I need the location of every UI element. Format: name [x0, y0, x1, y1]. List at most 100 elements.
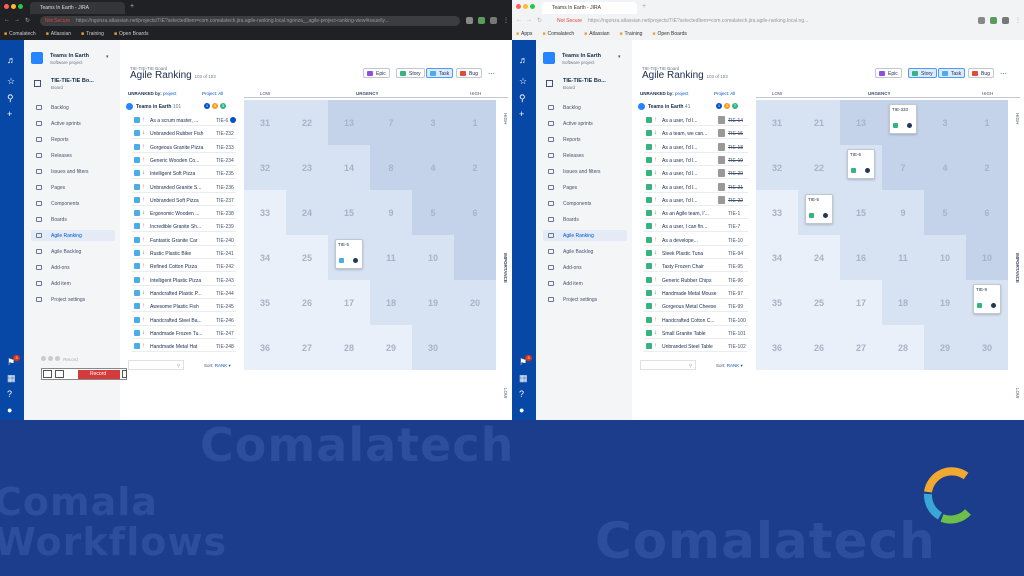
list-item[interactable]: ↓ Rustic Plastic Bike TIE-241 — [132, 248, 236, 259]
help-icon[interactable]: ? — [519, 390, 524, 399]
matrix-cell[interactable]: 17 — [840, 280, 882, 325]
back-icon[interactable]: ← — [4, 17, 10, 23]
matrix-cell[interactable]: 10 — [412, 235, 454, 280]
profile-icon[interactable] — [1002, 17, 1009, 24]
issue-card[interactable]: TIE-5 — [805, 194, 833, 224]
sidebar-item-add-item[interactable]: Add item — [543, 278, 627, 289]
extension-icon[interactable] — [478, 17, 485, 24]
more-icon[interactable]: ⋯ — [1000, 70, 1007, 78]
sidebar-item-boards[interactable]: Boards — [543, 214, 627, 225]
more-icon[interactable]: ⋯ — [488, 70, 495, 78]
filter-bug-button[interactable]: Bug — [968, 68, 994, 78]
sidebar-item-backlog[interactable]: Backlog — [31, 102, 115, 113]
list-item[interactable]: ↑ Unbranded Steel Table TIE-102 — [644, 341, 748, 353]
unranked-group-link[interactable]: project — [163, 91, 177, 96]
sidebar-item-pages[interactable]: Pages — [543, 182, 627, 193]
matrix-cell[interactable]: 6 — [454, 190, 496, 235]
list-item[interactable]: ↓ Small Granite Table TIE-101 — [644, 328, 748, 339]
bookmark-item[interactable]: Open Boards — [114, 31, 149, 37]
avatar-icon[interactable]: ● — [7, 406, 12, 415]
sidebar-item-components[interactable]: Components — [31, 198, 115, 209]
list-item[interactable]: ↓ As a user, I'd l... TIE-20 — [644, 168, 748, 180]
sidebar-item-project-settings[interactable]: Project settings — [31, 294, 115, 305]
matrix-cell[interactable]: 21 — [798, 100, 840, 145]
filter-story-button[interactable]: Story — [908, 68, 937, 78]
search-icon[interactable]: ⚲ — [7, 94, 14, 103]
chevron-down-icon[interactable]: ▾ — [106, 54, 109, 60]
board-selector[interactable]: TIE-TIE-TIE Bo... Board — [543, 78, 625, 94]
matrix-cell[interactable]: 29 — [370, 325, 412, 370]
sidebar-item-reports[interactable]: Reports — [31, 134, 115, 145]
matrix-cell[interactable]: 29 — [924, 325, 966, 370]
matrix-cell[interactable]: 7 — [882, 145, 924, 190]
apps-icon[interactable]: ▦ — [519, 374, 528, 383]
bookmark-item[interactable]: Open Boards — [652, 31, 687, 37]
matrix-cell[interactable]: 30 — [966, 325, 1008, 370]
list-item[interactable]: ↑ As a user, I can fin... TIE-7 — [644, 221, 748, 233]
matrix-cell[interactable]: 26 — [286, 280, 328, 325]
sidebar-item-backlog[interactable]: Backlog — [543, 102, 627, 113]
matrix-cell[interactable]: 19 — [412, 280, 454, 325]
matrix-cell[interactable]: 8 — [370, 145, 412, 190]
matrix-cell[interactable]: 3 — [924, 100, 966, 145]
matrix-cell[interactable]: 28 — [882, 325, 924, 370]
issue-card[interactable]: TIE-5 — [335, 239, 363, 269]
bookmark-item[interactable]: Atlassian — [46, 31, 71, 37]
matrix-cell[interactable]: 6 — [966, 190, 1008, 235]
jira-logo-icon[interactable]: ♬ — [7, 56, 16, 65]
filter-task-button[interactable]: Task — [938, 68, 966, 78]
list-item[interactable]: ↓ As a team, we can... TIE-15 — [644, 128, 748, 140]
list-item[interactable]: ↑ As a user, I'd l... TIE-18 — [644, 142, 748, 153]
window-controls[interactable] — [516, 4, 537, 11]
matrix-cell[interactable]: 24 — [798, 235, 840, 280]
extension-icon[interactable] — [978, 17, 985, 24]
bookmark-item[interactable]: Atlassian — [584, 31, 609, 37]
list-item[interactable]: ↑ Gorgeous Granite Pizza TIE-233 — [132, 142, 236, 153]
address-bar[interactable]: Not Secure https://ngonza.atlassian.net/p… — [552, 16, 972, 26]
jira-logo-icon[interactable]: ♬ — [519, 56, 528, 65]
matrix-cell[interactable] — [454, 235, 496, 280]
bookmark-item[interactable]: Training — [81, 31, 104, 37]
list-item[interactable]: ↑ Handcrafted Steel Ba... TIE-246 — [132, 315, 236, 326]
matrix-cell[interactable]: 31 — [756, 100, 798, 145]
matrix-cell[interactable]: 32 — [244, 145, 286, 190]
search-input[interactable]: ⚲ — [128, 360, 184, 370]
matrix-cell[interactable]: 17 — [328, 280, 370, 325]
matrix-cell[interactable]: 35 — [244, 280, 286, 325]
matrix-cell[interactable]: 18 — [370, 280, 412, 325]
matrix-cell[interactable]: 13 — [328, 100, 370, 145]
list-item[interactable]: ↑ Handmade Metal Hat TIE-248 — [132, 341, 236, 353]
sidebar-item-releases[interactable]: Releases — [543, 150, 627, 161]
sort-control[interactable]: Sort: RANK ▾ — [716, 363, 743, 369]
unranked-group-link[interactable]: project — [675, 91, 689, 96]
reload-icon[interactable]: ↻ — [25, 17, 30, 24]
list-item[interactable]: ↓ As an Agile team, I'... TIE-1 — [644, 208, 748, 220]
matrix-cell[interactable]: 31 — [244, 100, 286, 145]
filter-story-button[interactable]: Story — [396, 68, 425, 78]
sidebar-item-add-ons[interactable]: Add-ons — [31, 262, 115, 273]
matrix-cell[interactable]: 27 — [286, 325, 328, 370]
help-icon[interactable]: ? — [7, 390, 12, 399]
list-item[interactable]: ↓ Unbranded Rubber Fish TIE-232 — [132, 128, 236, 140]
bookmark-item[interactable]: Comalatech — [4, 31, 36, 37]
matrix-cell[interactable] — [454, 325, 496, 370]
sidebar-item-add-ons[interactable]: Add-ons — [543, 262, 627, 273]
pause-icon[interactable] — [122, 370, 127, 378]
bookmark-item[interactable]: Comalatech — [542, 31, 574, 37]
sidebar-item-issues-and-filters[interactable]: Issues and filters — [31, 166, 115, 177]
matrix-cell[interactable]: 33 — [244, 190, 286, 235]
filter-bug-button[interactable]: Bug — [456, 68, 482, 78]
matrix-cell[interactable]: 2 — [454, 145, 496, 190]
menu-icon[interactable]: ⋮ — [503, 17, 509, 24]
matrix-cell[interactable]: 34 — [244, 235, 286, 280]
pen-icon[interactable] — [43, 370, 52, 378]
group-header[interactable]: Teams in Earth 101 1 9 3 — [126, 102, 236, 112]
project-name[interactable]: Teams In Earth — [50, 53, 89, 59]
sidebar-item-components[interactable]: Components — [543, 198, 627, 209]
sidebar-item-boards[interactable]: Boards — [31, 214, 115, 225]
chevron-down-icon[interactable]: ▾ — [618, 54, 621, 60]
list-item[interactable]: ↓ Handcrafted Plastic P... TIE-244 — [132, 288, 236, 299]
star-icon[interactable]: ☆ — [519, 77, 527, 86]
extension-icon[interactable] — [990, 17, 997, 24]
list-item[interactable]: ↑ As a user, I'd l... TIE-22 — [644, 195, 748, 206]
